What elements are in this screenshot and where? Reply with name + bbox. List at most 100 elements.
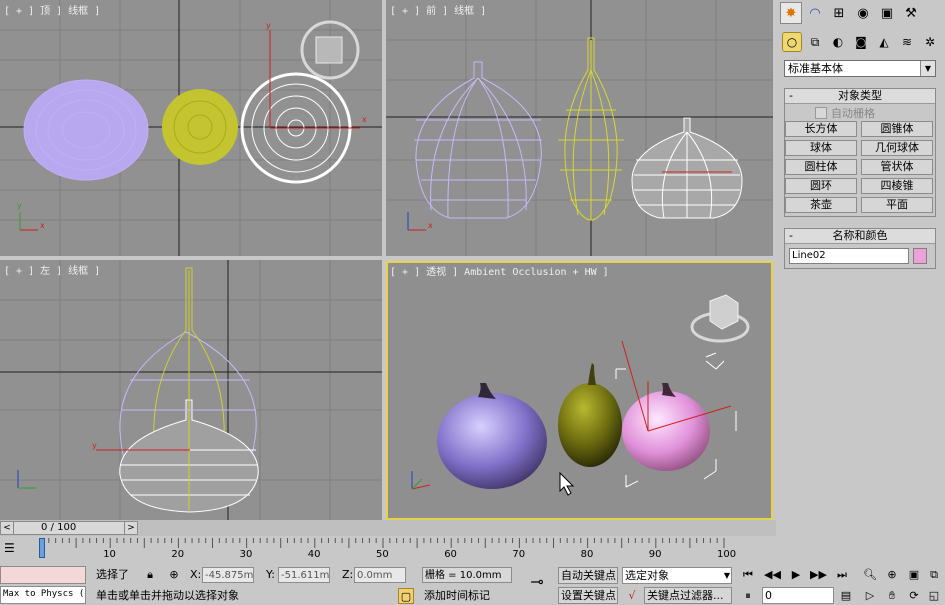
olive-vase-front <box>558 37 624 221</box>
cylinder-button[interactable]: 圆柱体 <box>785 159 857 175</box>
torus-button[interactable]: 圆环 <box>785 178 857 194</box>
x-coordinate-field[interactable]: -45.875mm <box>202 567 254 583</box>
add-time-tag-button[interactable]: 添加时间标记 <box>424 588 490 604</box>
chevron-left-icon[interactable]: < <box>1 522 14 534</box>
name-color-rollout: - 名称和颜色 Line02 <box>784 228 936 269</box>
create-subtabs: ○ ⧉ ◐ ◙ ◭ ≋ ✲ <box>782 32 942 54</box>
key-filters-button[interactable]: 关键点过滤器... <box>644 587 732 604</box>
command-panel-tabs: ✸ ◠ ⊞ ◉ ▣ ⚒ <box>776 0 945 26</box>
checkbox-icon[interactable] <box>815 106 827 119</box>
time-slider[interactable]: < 0 / 100 > <box>0 521 138 535</box>
object-type-header[interactable]: - 对象类型 <box>785 89 935 104</box>
set-key-button[interactable]: 设置关键点 <box>558 587 618 604</box>
display-icon[interactable]: ▣ <box>876 2 898 24</box>
collapse-icon[interactable]: - <box>789 89 793 103</box>
cameras-icon[interactable]: ◙ <box>851 32 871 52</box>
create-icon[interactable]: ✸ <box>780 2 802 24</box>
axis-tripod-front: x <box>407 212 433 231</box>
chevron-down-icon[interactable]: ▼ <box>724 568 730 583</box>
viewport-top-label[interactable]: [ + ] 顶 ] 线框 ] <box>4 2 100 17</box>
modify-icon[interactable]: ◠ <box>804 2 826 24</box>
geometry-icon[interactable]: ○ <box>782 32 802 52</box>
viewport-top[interactable]: xy xy [ + ] 顶 ] 线框 ] <box>0 0 382 256</box>
lights-icon[interactable]: ◐ <box>828 32 848 52</box>
ruler-tick-label: 50 <box>376 549 389 560</box>
pan-icon[interactable]: ✋︎ <box>884 588 900 604</box>
go-to-end-icon[interactable]: ⏭ <box>834 567 850 583</box>
category-dropdown[interactable]: 标准基本体 ▼ <box>784 60 936 77</box>
ruler-tick-label: 30 <box>239 549 253 560</box>
plane-button[interactable]: 平面 <box>861 197 933 213</box>
go-to-start-icon[interactable]: ⏮ <box>740 567 756 583</box>
lock-icon[interactable]: 🔒︎ <box>142 567 158 583</box>
viewcube-perspective-icon <box>690 294 750 343</box>
zoom-extents-all-icon[interactable]: ⧉ <box>926 567 942 583</box>
ruler-tick-label: 80 <box>580 549 594 560</box>
maxscript-output[interactable]: Max to Physcs ( <box>0 586 86 604</box>
next-frame-icon[interactable]: ▶▶ <box>810 567 827 583</box>
zoom-icon[interactable]: 🔍︎ <box>862 567 878 583</box>
key-mode-icon[interactable]: ⏸ <box>740 588 756 604</box>
white-vase-front <box>631 117 743 219</box>
viewport-left-label[interactable]: [ + ] 左 ] 线框 ] <box>4 262 100 277</box>
spacewarps-icon[interactable]: ≋ <box>897 32 917 52</box>
auto-key-button[interactable]: 自动关键点 <box>558 567 618 584</box>
autogrid-checkbox[interactable]: 自动栅格 <box>785 104 935 121</box>
previous-frame-icon[interactable]: ◀◀ <box>764 567 781 583</box>
key-icon[interactable]: ⊸ <box>524 574 550 590</box>
field-of-view-icon[interactable]: ▷ <box>862 588 878 604</box>
current-frame-field[interactable]: 0 <box>762 587 834 604</box>
selection-set-dropdown[interactable]: 选定对象 ▼ <box>622 567 732 584</box>
collapse-icon[interactable]: - <box>789 229 793 243</box>
purple-vase-perspective <box>437 383 547 489</box>
track-bar[interactable]: ☰ 10 20 30 40 50 60 70 80 90 100 <box>0 536 776 564</box>
hierarchy-icon[interactable]: ⊞ <box>828 2 850 24</box>
selection-set-value: 选定对象 <box>625 569 669 582</box>
viewport-perspective-label[interactable]: [ + ] 透视 ] Ambient Occlusion + HW ] <box>390 263 609 278</box>
zoom-all-icon[interactable]: ⊕ <box>884 567 900 583</box>
motion-icon[interactable]: ◉ <box>852 2 874 24</box>
left-view-scene: y <box>0 260 382 520</box>
maxscript-listener[interactable] <box>0 566 86 584</box>
utilities-icon[interactable]: ⚒ <box>900 2 922 24</box>
play-icon[interactable]: ▶ <box>788 567 804 583</box>
key-filter-icon[interactable]: √ <box>624 588 640 604</box>
svg-text:x: x <box>428 221 433 230</box>
y-coordinate-field[interactable]: -51.611mm <box>278 567 330 583</box>
time-config-icon[interactable]: ▤ <box>838 588 854 604</box>
teapot-button[interactable]: 茶壶 <box>785 197 857 213</box>
x-label: X: <box>190 568 202 581</box>
chevron-right-icon[interactable]: > <box>124 522 137 534</box>
zoom-extents-icon[interactable]: ▣ <box>906 567 922 583</box>
object-type-rollout: - 对象类型 自动栅格 长方体 圆锥体 球体 几何球体 圆柱体 管状体 圆环 四… <box>784 88 936 217</box>
transform-mode-icon[interactable]: ⊕ <box>166 567 182 583</box>
box-button[interactable]: 长方体 <box>785 121 857 137</box>
front-view-scene: x <box>386 0 773 256</box>
time-marker[interactable] <box>39 538 45 558</box>
ruler-tick-label: 100 <box>717 549 737 560</box>
name-color-header[interactable]: - 名称和颜色 <box>785 229 935 244</box>
shapes-icon[interactable]: ⧉ <box>805 32 825 52</box>
viewport-perspective[interactable]: [ + ] 透视 ] Ambient Occlusion + HW ] <box>386 261 773 520</box>
z-coordinate-field[interactable]: 0.0mm <box>354 567 406 583</box>
tube-button[interactable]: 管状体 <box>861 159 933 175</box>
command-panel: ✸ ◠ ⊞ ◉ ▣ ⚒ ○ ⧉ ◐ ◙ ◭ ≋ ✲ 标准基本体 ▼ - 对象类型… <box>776 0 945 560</box>
ruler-tick-label: 60 <box>444 549 457 560</box>
object-color-swatch[interactable] <box>913 248 927 264</box>
pyramid-button[interactable]: 四棱锥 <box>861 178 933 194</box>
cone-button[interactable]: 圆锥体 <box>861 121 933 137</box>
viewport-front-label[interactable]: [ + ] 前 ] 线框 ] <box>390 2 486 17</box>
helpers-icon[interactable]: ◭ <box>874 32 894 52</box>
time-tag-icon[interactable]: ▢ <box>398 588 414 604</box>
orbit-icon[interactable]: ⟳ <box>906 588 922 604</box>
purple-vase-front <box>414 61 542 219</box>
viewport-front[interactable]: x [ + ] 前 ] 线框 ] <box>386 0 773 256</box>
geosphere-button[interactable]: 几何球体 <box>861 140 933 156</box>
object-name-input[interactable]: Line02 <box>789 248 909 264</box>
svg-text:y: y <box>92 441 97 450</box>
maximize-viewport-icon[interactable]: ◱ <box>926 588 942 604</box>
sphere-button[interactable]: 球体 <box>785 140 857 156</box>
viewport-left[interactable]: y [ + ] 左 ] 线框 ] <box>0 260 382 520</box>
chevron-down-icon[interactable]: ▼ <box>920 61 935 76</box>
systems-icon[interactable]: ✲ <box>920 32 940 52</box>
